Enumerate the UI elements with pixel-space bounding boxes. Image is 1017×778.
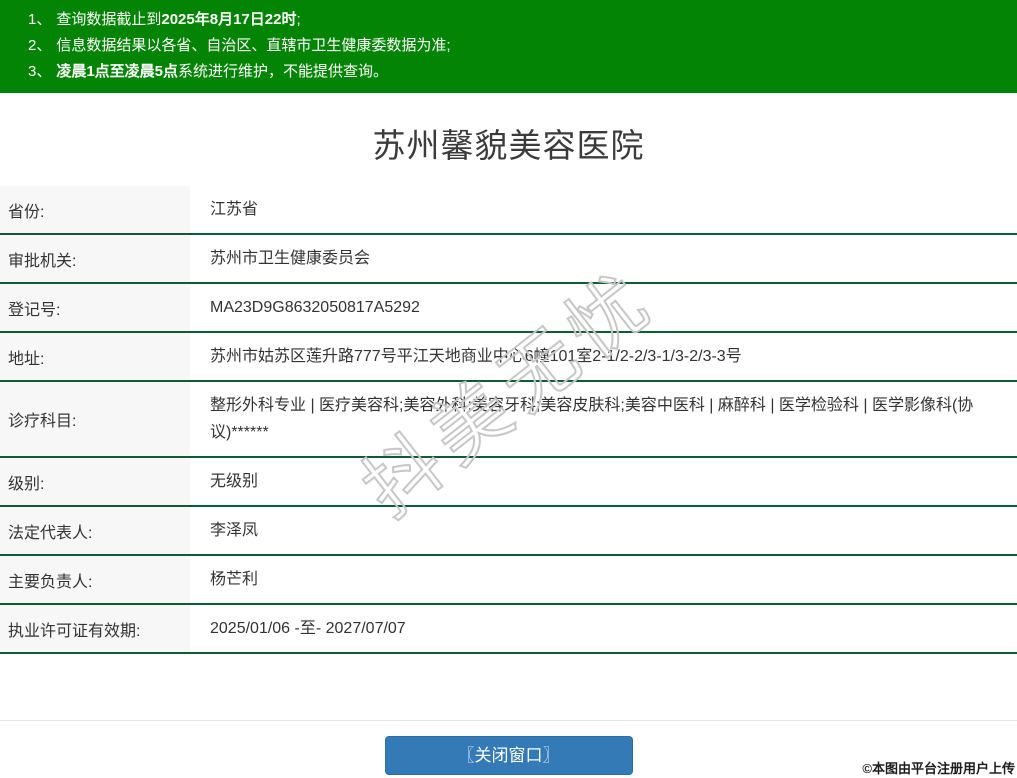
notice-banner: 1、 查询数据截止到2025年8月17日22时; 2、 信息数据结果以各省、自治区、直… — [0, 0, 1017, 93]
row-value: 整形外科专业 | 医疗美容科;美容外科;美容牙科;美容皮肤科;美容中医科 | 麻… — [210, 397, 974, 441]
row-value: 苏州市卫生健康委员会 — [210, 250, 371, 267]
table-row: 法定代表人: 李泽凤 — [0, 507, 1017, 556]
row-value: MA23D9G8632050817A5292 — [210, 299, 420, 316]
table-row: 主要负责人: 杨芒利 — [0, 556, 1017, 605]
table-row: 登记号: MA23D9G8632050817A5292 — [0, 284, 1017, 333]
row-value: 苏州市姑苏区莲升路777号平江天地商业中心6幢101室2-1/2-2/3-1/3… — [210, 348, 742, 365]
table-row: 地址: 苏州市姑苏区莲升路777号平江天地商业中心6幢101室2-1/2-2/3-… — [0, 333, 1017, 382]
row-value: 2025/01/06 -至- 2027/07/07 — [210, 620, 406, 637]
table-row: 级别: 无级别 — [0, 458, 1017, 507]
notice-bold-text: 凌晨1点至凌晨5点 — [56, 63, 179, 80]
notice-item-2: 2、 信息数据结果以各省、自治区、直辖市卫生健康委数据为准; — [28, 33, 1017, 59]
table-row: 诊疗科目: 整形外科专业 | 医疗美容科;美容外科;美容牙科;美容皮肤科;美容中医… — [0, 382, 1017, 458]
table-row: 执业许可证有效期: 2025/01/06 -至- 2027/07/07 — [0, 605, 1017, 654]
row-label: 法定代表人: — [0, 507, 190, 554]
notice-text: 信息数据结果以各省、自治区、直辖市卫生健康委数据为准; — [56, 37, 451, 54]
notice-item-1: 1、 查询数据截止到2025年8月17日22时; — [28, 7, 1017, 33]
notice-text: ; — [296, 11, 301, 28]
table-row: 审批机关: 苏州市卫生健康委员会 — [0, 235, 1017, 284]
row-value: 江苏省 — [210, 201, 259, 218]
notice-text: 系统进行维护，不能提供查询。 — [178, 63, 389, 80]
notice-item-number: 1、 — [28, 11, 52, 28]
row-value: 李泽凤 — [210, 522, 259, 539]
info-table: 省份: 江苏省审批机关: 苏州市卫生健康委员会登记号: MA23D9G86320508… — [0, 186, 1017, 654]
row-label: 主要负责人: — [0, 556, 190, 603]
row-value: 杨芒利 — [210, 571, 259, 588]
row-label: 省份: — [0, 186, 190, 233]
page-title: 苏州馨貌美容医院 — [372, 127, 645, 164]
row-label: 诊疗科目: — [0, 382, 190, 456]
close-window-button[interactable]: 〖关闭窗口〗 — [384, 736, 633, 775]
row-label: 登记号: — [0, 284, 190, 331]
notice-item-number: 2、 — [28, 37, 52, 54]
row-label: 地址: — [0, 333, 190, 380]
row-label: 级别: — [0, 458, 190, 505]
row-label: 审批机关: — [0, 235, 190, 282]
notice-text: 查询数据截止到 — [56, 11, 162, 28]
notice-bold-text: 2025年8月17日22时 — [161, 11, 297, 28]
table-row: 省份: 江苏省 — [0, 186, 1017, 235]
notice-item-3: 3、 凌晨1点至凌晨5点系统进行维护，不能提供查询。 — [28, 59, 1017, 85]
credit-watermark: ©本图由平台注册用户上传 — [862, 761, 1015, 776]
row-label: 执业许可证有效期: — [0, 605, 190, 652]
row-value: 无级别 — [210, 473, 259, 490]
notice-item-number: 3、 — [28, 63, 52, 80]
